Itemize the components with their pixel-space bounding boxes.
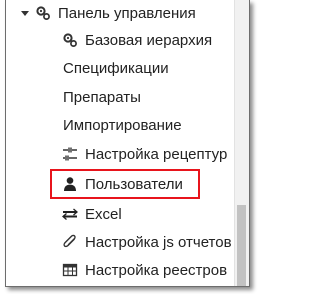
navigation-panel: Панель управления Базовая иерархия Специ… [5,0,250,287]
paperclip-icon [61,233,79,251]
tree-item-label: Настройка js отчетов [85,233,232,251]
gears-icon [34,4,52,22]
tree-item-label: Настройка рецептур [85,145,228,163]
navigation-tree: Панель управления Базовая иерархия Специ… [6,0,234,286]
tree-item-label: Препараты [63,88,141,106]
tree-item-excel[interactable]: Excel [61,203,122,225]
tree-item-label: Спецификации [63,59,169,77]
scrollbar-thumb[interactable] [237,205,246,286]
exchange-icon [61,205,79,223]
table-icon [61,261,79,279]
tree-node-label: Панель управления [58,4,196,22]
tree-item-recipe-settings[interactable]: Настройка рецептур [61,143,227,165]
caret-down-icon[interactable] [20,4,30,22]
tree-node-control-panel[interactable]: Панель управления [20,2,196,24]
tree-item-label: Excel [85,205,122,223]
tree-item-label: Пользователи [85,175,183,193]
tree-item-preparations[interactable]: Препараты [63,86,141,108]
gears-icon [61,31,79,49]
tree-item-specifications[interactable]: Спецификации [63,57,169,79]
sliders-icon [61,145,79,163]
user-icon [61,175,79,193]
tree-item-js-reports-settings[interactable]: Настройка js отчетов [61,231,232,253]
tree-item-label: Импортирование [63,116,182,134]
tree-item-import[interactable]: Импортирование [63,114,182,136]
tree-item-label: Базовая иерархия [85,31,213,49]
tree-item-registers-settings[interactable]: Настройка реестров [61,259,227,281]
tree-item-users[interactable]: Пользователи [61,173,183,195]
vertical-scrollbar[interactable] [234,0,249,286]
tree-item-base-hierarchy[interactable]: Базовая иерархия [61,29,212,51]
tree-item-label: Настройка реестров [85,261,228,279]
